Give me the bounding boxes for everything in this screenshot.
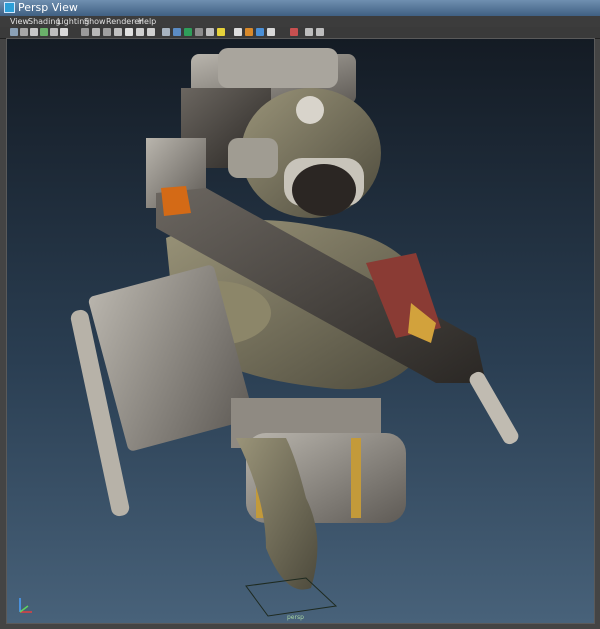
camera-attributes-icon[interactable] xyxy=(20,28,28,36)
anti-aliasing-icon[interactable] xyxy=(256,28,264,36)
image-plane-icon[interactable] xyxy=(40,28,48,36)
title-bar[interactable]: Persp View xyxy=(0,0,600,16)
axis-gizmo-icon xyxy=(19,598,32,613)
menu-show[interactable]: Show xyxy=(84,16,106,27)
safe-action-icon[interactable] xyxy=(136,28,144,36)
xray-components-icon[interactable] xyxy=(316,28,324,36)
wireframe-on-shaded-icon[interactable] xyxy=(184,28,192,36)
resolution-gate-icon[interactable] xyxy=(103,28,111,36)
gate-mask-icon[interactable] xyxy=(114,28,122,36)
menu-view[interactable]: View xyxy=(10,16,29,27)
textured-icon[interactable] xyxy=(195,28,203,36)
camera-name-label: persp xyxy=(287,614,304,621)
bookmark-icon[interactable] xyxy=(30,28,38,36)
window-title: Persp View xyxy=(18,1,78,14)
isolate-select-icon[interactable] xyxy=(267,28,275,36)
two-d-pan-icon[interactable] xyxy=(50,28,58,36)
safe-title-icon[interactable] xyxy=(147,28,155,36)
shadows-icon[interactable] xyxy=(217,28,225,36)
menu-help[interactable]: Help xyxy=(138,16,156,27)
perspective-viewport[interactable]: persp xyxy=(6,38,595,624)
menu-shading[interactable]: Shading xyxy=(28,16,61,27)
persp-view-window: Persp View View Shading Lighting Show Re… xyxy=(0,0,600,629)
maya-window-icon xyxy=(4,2,15,13)
xray-icon[interactable] xyxy=(290,28,298,36)
camera-select-icon[interactable] xyxy=(10,28,18,36)
viewport-menu-bar: View Shading Lighting Show Renderer Help xyxy=(0,16,600,27)
xray-joints-icon[interactable] xyxy=(305,28,313,36)
field-chart-icon[interactable] xyxy=(125,28,133,36)
film-gate-icon[interactable] xyxy=(92,28,100,36)
wireframe-icon[interactable] xyxy=(162,28,170,36)
smooth-shade-icon[interactable] xyxy=(173,28,181,36)
screen-space-ao-icon[interactable] xyxy=(234,28,242,36)
motion-blur-icon[interactable] xyxy=(245,28,253,36)
soldier-3d-model[interactable] xyxy=(6,38,595,624)
use-all-lights-icon[interactable] xyxy=(206,28,214,36)
grease-pencil-icon[interactable] xyxy=(60,28,68,36)
grid-icon[interactable] xyxy=(81,28,89,36)
